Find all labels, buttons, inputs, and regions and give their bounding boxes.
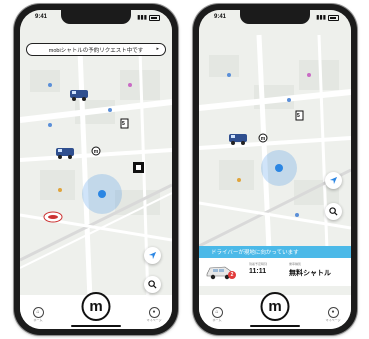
- search-icon: [148, 280, 157, 289]
- battery-icon: [149, 14, 160, 21]
- home-icon: ⌂: [211, 307, 223, 318]
- home-indicator: [71, 325, 121, 327]
- notch: [240, 10, 310, 24]
- user-icon: ●: [148, 307, 160, 318]
- search-button[interactable]: [325, 203, 342, 220]
- search-button[interactable]: [144, 276, 161, 293]
- arrival-time-label: 到着予定時刻: [249, 262, 268, 266]
- svg-text:m: m: [94, 149, 99, 155]
- ride-status-bar: ドライバーが現地に向かっています: [199, 246, 351, 258]
- mobi-home-button[interactable]: m: [81, 292, 111, 321]
- arrival-time-block: 到着予定時刻 11:11: [249, 262, 267, 275]
- nav-home-label: ホーム: [33, 318, 43, 322]
- ride-info-panel[interactable]: 2 到着予定時刻 11:11 乗車種別 無料シャトル: [199, 258, 351, 286]
- left-phone-frame: 9:41 ▮▮▮ m mobiシャトルの予約リクエスト中です ▸ 5 ⌂ ホーム…: [14, 4, 178, 335]
- home-icon: ⌂: [32, 307, 44, 318]
- status-icons: ▮▮▮: [316, 14, 339, 21]
- svg-text:m: m: [261, 136, 266, 142]
- reservation-status-banner[interactable]: mobiシャトルの予約リクエスト中です ▸: [26, 43, 166, 56]
- chevron-right-icon: ▸: [156, 46, 159, 52]
- user-icon: ●: [327, 307, 339, 318]
- right-screen: 9:41 ▮▮▮ m 5 ドライバーが現地に向かっています 2 到着予定時刻 1…: [199, 10, 351, 329]
- stop-number: 5: [122, 121, 125, 127]
- nav-mypage[interactable]: ● マイページ: [144, 307, 164, 322]
- nav-home-label: ホーム: [212, 318, 222, 322]
- location-button[interactable]: [325, 172, 342, 189]
- nav-mypage[interactable]: ● マイページ: [323, 307, 343, 322]
- location-arrow-icon: [329, 176, 338, 185]
- search-icon: [329, 207, 338, 216]
- bus-stop-icon: m: [258, 133, 268, 143]
- location-button[interactable]: [144, 247, 161, 264]
- status-icons: ▮▮▮: [137, 14, 160, 21]
- status-time: 9:41: [35, 14, 48, 20]
- vehicle-count-badge: 2: [228, 271, 236, 279]
- ride-type-value: 無料シャトル: [289, 270, 331, 277]
- ride-status-text: ドライバーが現地に向かっています: [211, 250, 299, 256]
- left-screen: 9:41 ▮▮▮ m mobiシャトルの予約リクエスト中です ▸ 5 ⌂ ホーム…: [20, 10, 172, 329]
- nav-home[interactable]: ⌂ ホーム: [28, 307, 48, 322]
- ride-type-label: 乗車種別: [289, 262, 302, 266]
- right-phone-frame: 9:41 ▮▮▮ m 5 ドライバーが現地に向かっています 2 到着予定時刻 1…: [193, 4, 357, 335]
- signal-icon: ▮▮▮: [316, 15, 326, 21]
- arrival-time-value: 11:11: [249, 268, 267, 275]
- ride-type-block: 乗車種別 無料シャトル: [289, 262, 331, 278]
- battery-icon: [328, 14, 339, 21]
- nav-home[interactable]: ⌂ ホーム: [207, 307, 227, 322]
- status-time: 9:41: [214, 14, 227, 20]
- nav-mypage-label: マイページ: [325, 318, 341, 322]
- nav-mypage-label: マイページ: [146, 318, 162, 322]
- mobi-home-button[interactable]: m: [260, 292, 290, 321]
- signal-icon: ▮▮▮: [137, 15, 147, 21]
- home-indicator: [250, 325, 300, 327]
- stop-number: 5: [297, 113, 300, 119]
- location-arrow-icon: [148, 251, 157, 260]
- notch: [61, 10, 131, 24]
- banner-text: mobiシャトルの予約リクエスト中です: [48, 47, 144, 54]
- bus-stop-icon: m: [91, 146, 101, 156]
